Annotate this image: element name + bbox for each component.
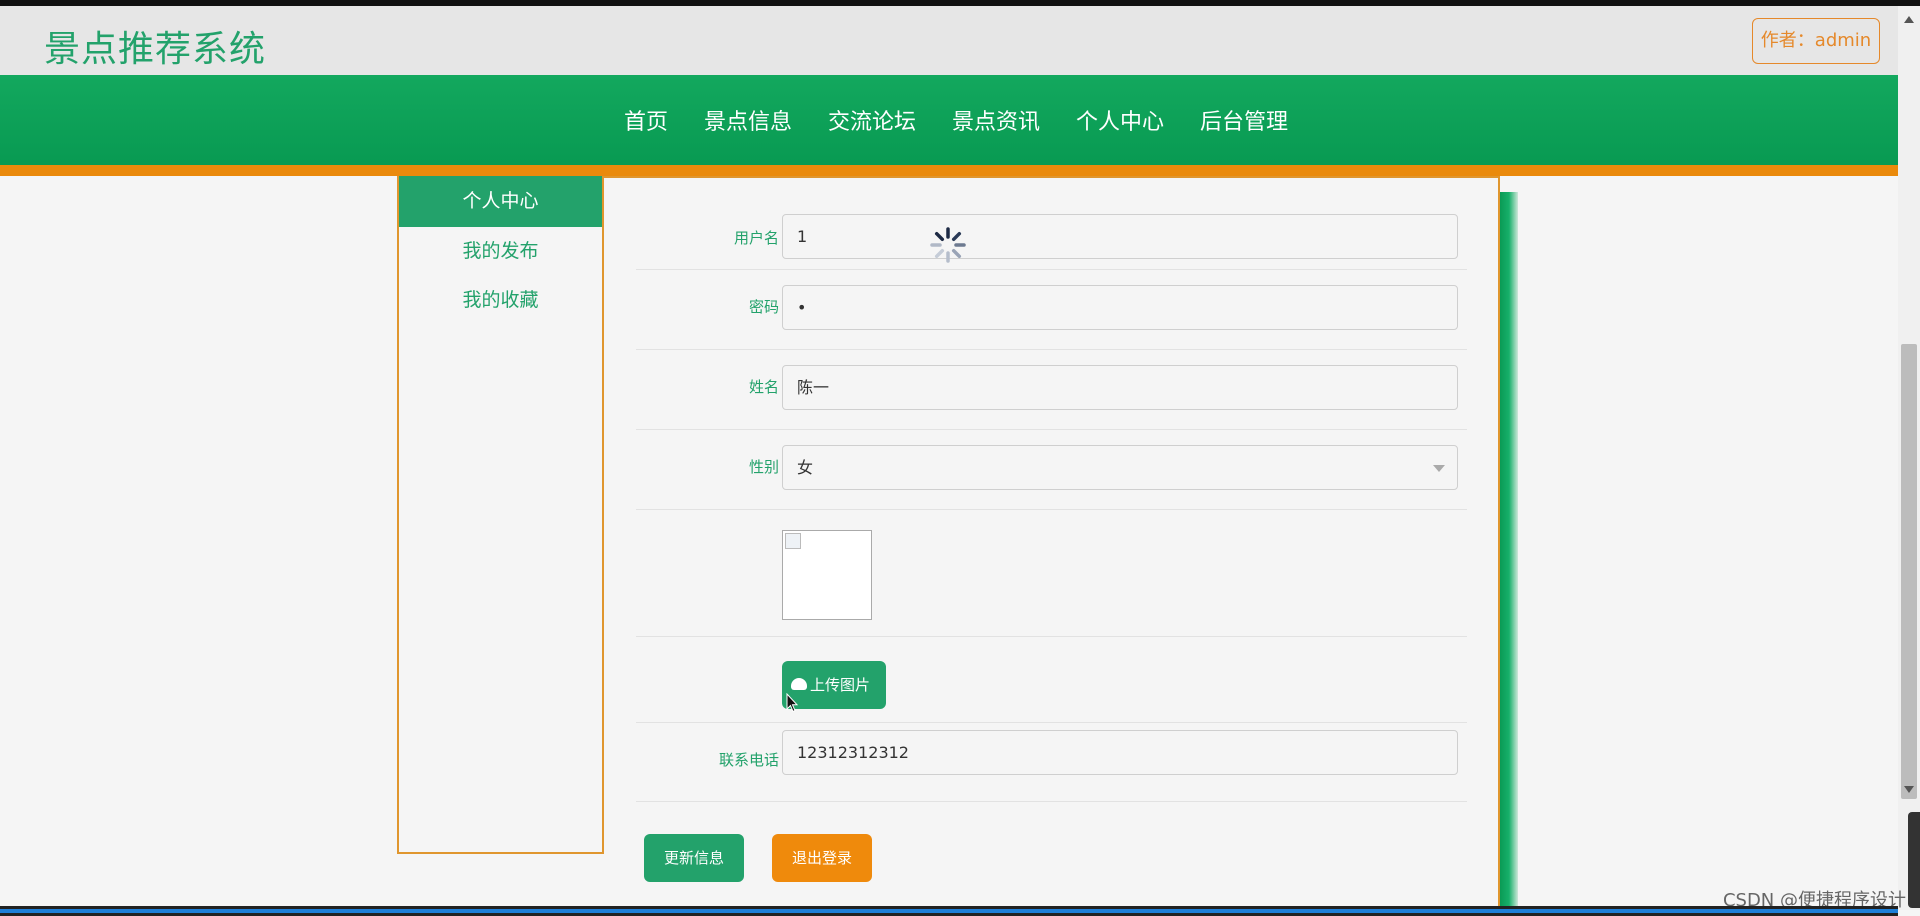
form-row-avatar — [636, 510, 1467, 637]
logout-button[interactable]: 退出登录 — [772, 834, 872, 882]
form-row-phone: 联系电话 12312312312 — [636, 723, 1467, 802]
phone-label: 联系电话 — [718, 751, 779, 769]
mouse-cursor-icon — [786, 693, 798, 713]
upload-image-label: 上传图片 — [810, 676, 871, 694]
username-input[interactable]: 1 — [782, 214, 1458, 259]
sidebar-item-personal-center[interactable]: 个人中心 — [399, 176, 602, 227]
sidebar-item-my-favorites[interactable]: 我的收藏 — [399, 276, 602, 325]
nav-item-home[interactable]: 首页 — [624, 104, 668, 136]
nav-item-personal-center[interactable]: 个人中心 — [1076, 104, 1164, 136]
form-row-username: 用户名 1 — [636, 214, 1467, 270]
nav-item-attractions[interactable]: 景点信息 — [704, 104, 792, 136]
profile-form-panel: 用户名 1 密码 • 姓名 陈一 性别 女 上传图片 联系电话 12312312… — [604, 176, 1500, 910]
sidebar: 个人中心 我的发布 我的收藏 — [397, 176, 604, 854]
nav-item-news[interactable]: 景点资讯 — [952, 104, 1040, 136]
update-info-button[interactable]: 更新信息 — [644, 834, 744, 882]
password-input[interactable]: • — [782, 285, 1458, 330]
gender-select-value: 女 — [797, 458, 814, 477]
nav-item-forum[interactable]: 交流论坛 — [828, 104, 916, 136]
scroll-up-icon[interactable] — [1904, 16, 1914, 23]
cloud-upload-icon — [791, 678, 807, 690]
username-label: 用户名 — [733, 229, 779, 247]
main-nav: 首页 景点信息 交流论坛 景点资讯 个人中心 后台管理 — [0, 75, 1898, 165]
gender-label: 性别 — [748, 458, 779, 476]
side-widget — [1908, 812, 1920, 908]
form-row-gender: 性别 女 — [636, 430, 1467, 510]
loading-spinner-icon — [930, 227, 966, 263]
site-title[interactable]: 景点推荐系统 — [44, 20, 266, 72]
sidebar-item-my-posts[interactable]: 我的发布 — [399, 227, 602, 276]
scroll-down-icon[interactable] — [1904, 786, 1914, 793]
password-label: 密码 — [748, 298, 779, 316]
page-scrollbar[interactable] — [1898, 6, 1920, 910]
panel-top-border — [604, 176, 1500, 178]
nav-item-admin[interactable]: 后台管理 — [1200, 104, 1288, 136]
name-label: 姓名 — [748, 378, 779, 396]
gender-select[interactable]: 女 — [782, 445, 1458, 490]
panel-green-edge — [1500, 192, 1518, 910]
form-row-name: 姓名 陈一 — [636, 350, 1467, 430]
site-header: 景点推荐系统 作者：admin — [0, 6, 1898, 75]
avatar-image — [782, 530, 872, 620]
form-row-password: 密码 • — [636, 270, 1467, 350]
author-badge[interactable]: 作者：admin — [1752, 18, 1880, 64]
select-chevron-icon — [1433, 465, 1445, 472]
phone-input[interactable]: 12312312312 — [782, 730, 1458, 775]
nav-accent-bar — [0, 165, 1898, 176]
name-input[interactable]: 陈一 — [782, 365, 1458, 410]
broken-image-icon — [785, 533, 801, 549]
bottom-progress-line — [0, 909, 1898, 913]
form-row-upload: 上传图片 — [636, 637, 1467, 723]
scrollbar-thumb[interactable] — [1901, 344, 1917, 799]
